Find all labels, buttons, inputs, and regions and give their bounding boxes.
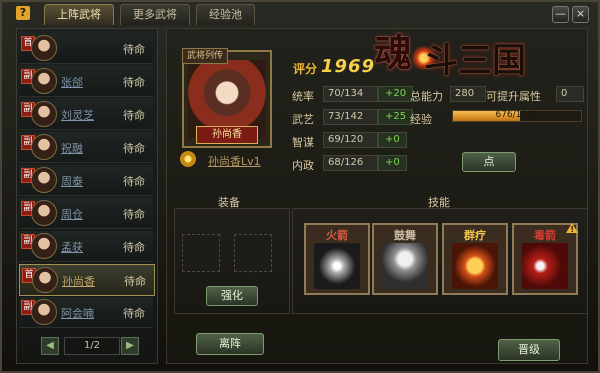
general-state: 待命: [123, 241, 145, 254]
list-item-general-5[interactable]: 副 周泰 待命: [19, 165, 153, 196]
logo-main-char: 魂: [374, 31, 413, 75]
warning-mark: !: [570, 225, 574, 234]
stat-value-intellect: 69/120: [323, 132, 378, 148]
skill-inspire-icon: [382, 243, 428, 289]
total-ability-label: 总能力: [410, 90, 443, 103]
general-state: 待命: [124, 275, 146, 288]
skill-name: 鼓舞: [394, 229, 416, 242]
promote-attr-label: 可提升属性: [486, 90, 541, 103]
general-avatar: [31, 167, 57, 193]
stat-bonus-martial: +25: [378, 109, 414, 125]
skill-name: 火箭: [326, 229, 348, 242]
general-name: 孟获: [61, 241, 83, 254]
stat-bonus-politics: +0: [378, 155, 407, 171]
leave-team-button[interactable]: 离阵: [196, 333, 264, 355]
general-avatar: [31, 68, 57, 94]
general-state: 待命: [123, 76, 145, 89]
stat-value-martial: 73/142: [323, 109, 378, 125]
general-avatar: [31, 299, 57, 325]
general-name: 周仓: [61, 208, 83, 221]
general-name: 孙尚香: [62, 275, 95, 288]
exp-text: 676/1300: [495, 110, 539, 120]
skill-fire-arrow[interactable]: 火箭: [304, 223, 370, 295]
list-item-general-1[interactable]: 首 待命: [19, 33, 153, 64]
list-item-general-4[interactable]: 副 祝融 待命: [19, 132, 153, 163]
tab-more-generals[interactable]: 更多武将: [120, 4, 190, 25]
general-avatar: [31, 233, 57, 259]
stat-label-intellect: 智谋: [292, 136, 314, 149]
general-level-link[interactable]: 孙尚香Lv1: [208, 153, 261, 169]
equipment-slot-2[interactable]: [234, 234, 272, 272]
general-state: 待命: [123, 175, 145, 188]
general-state: 待命: [123, 307, 145, 320]
list-item-general-6[interactable]: 副 周仓 待命: [19, 198, 153, 229]
skill-group-heal[interactable]: 群疗: [442, 223, 508, 295]
list-item-general-7[interactable]: 副 孟获 待命: [19, 231, 153, 262]
general-avatar: [31, 200, 57, 226]
general-portrait[interactable]: 武将列传 孙尚香: [182, 48, 272, 148]
stat-bonus-intellect: +0: [378, 132, 407, 148]
skill-inspire[interactable]: 鼓舞: [372, 223, 438, 295]
stat-value-politics: 68/126: [323, 155, 378, 171]
equipment-slot-1[interactable]: [182, 234, 220, 272]
general-state: 待命: [123, 208, 145, 221]
list-item-general-9[interactable]: 副 阿会喃 待命: [19, 297, 153, 328]
stat-label-martial: 武艺: [292, 113, 314, 126]
general-name: 祝融: [61, 142, 83, 155]
general-biography-tag[interactable]: 武将列传: [182, 48, 229, 64]
general-name: 张郃: [61, 76, 83, 89]
skill-name: 群疗: [464, 229, 486, 242]
prev-page-button[interactable]: ◀: [41, 337, 59, 355]
page-indicator: 1/2: [64, 337, 120, 355]
general-avatar: [31, 101, 57, 127]
point-button[interactable]: 点: [462, 152, 516, 172]
tab-exp-pool[interactable]: 经验池: [196, 4, 255, 25]
strengthen-button[interactable]: 强化: [206, 286, 258, 306]
stat-label-command: 统率: [292, 90, 314, 103]
logo-subtitle: 斗三国: [424, 41, 526, 81]
score-value: 1969: [321, 56, 376, 77]
general-avatar: [31, 35, 57, 61]
top-tabs: 上阵武将 更多武将 经验池: [44, 4, 255, 25]
exp-bar: 676/1300: [452, 110, 582, 122]
general-name: 阿会喃: [61, 307, 94, 320]
skill-fire-arrow-icon: [314, 243, 360, 289]
list-pager: ◀ 1/2 ▶: [41, 337, 139, 355]
general-state: 待命: [123, 43, 145, 56]
score-label: 评分: [293, 62, 318, 76]
list-item-general-3[interactable]: 副 刘灵芝 待命: [19, 99, 153, 130]
tab-main-generals[interactable]: 上阵武将: [44, 4, 114, 25]
general-name: 周泰: [61, 175, 83, 188]
stat-label-politics: 内政: [292, 159, 314, 172]
general-avatar: [32, 267, 58, 293]
skill-poison-arrow-icon: [522, 243, 568, 289]
stat-value-command: 70/134: [323, 86, 378, 102]
skill-group-heal-icon: [452, 243, 498, 289]
general-state: 待命: [123, 142, 145, 155]
general-avatar: [31, 134, 57, 160]
list-item-general-2[interactable]: 副 张郃 待命: [19, 66, 153, 97]
exp-label: 经验: [410, 113, 432, 126]
general-list-panel: 首 待命 副 张郃 待命 副 刘灵芝 待命 副 祝融 待命 副 周泰 待命 副 …: [16, 28, 158, 364]
list-item-general-8-selected[interactable]: 首 孙尚香 待命: [19, 264, 155, 296]
general-state: 待命: [123, 109, 145, 122]
skill-poison-arrow[interactable]: 毒箭 !: [512, 223, 578, 295]
level-icon: [180, 151, 196, 167]
total-ability-value: 280: [450, 86, 486, 102]
level-up-button[interactable]: 晋级: [498, 339, 560, 361]
next-page-button[interactable]: ▶: [121, 337, 139, 355]
general-portrait-name: 孙尚香: [196, 126, 258, 144]
help-button[interactable]: ?: [16, 6, 30, 20]
promote-attr-value: 0: [556, 86, 584, 102]
general-name: 刘灵芝: [61, 109, 94, 122]
stat-bonus-command: +20: [378, 86, 414, 102]
